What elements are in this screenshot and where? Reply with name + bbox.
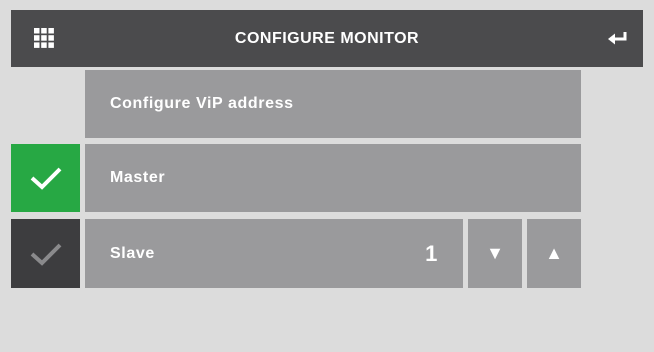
enter-return-icon (608, 32, 627, 45)
check-icon (30, 167, 61, 190)
configure-vip-address-label: Configure ViP address (110, 95, 294, 112)
down-arrow-icon: ▼ (486, 243, 504, 263)
master-option[interactable]: Master (85, 144, 581, 212)
decrement-button[interactable]: ▼ (468, 219, 522, 288)
back-button[interactable] (605, 27, 631, 49)
slave-checkbox[interactable] (11, 219, 80, 288)
slave-option[interactable]: Slave 1 (85, 219, 463, 288)
check-icon (30, 243, 61, 266)
slave-number: 1 (425, 240, 438, 266)
up-arrow-icon: ▲ (545, 243, 563, 263)
increment-button[interactable]: ▲ (527, 219, 581, 288)
slave-label: Slave (110, 244, 155, 262)
configure-vip-address-button[interactable]: Configure ViP address (85, 70, 581, 138)
master-checkbox[interactable] (11, 144, 80, 212)
page-title: CONFIGURE MONITOR (234, 29, 420, 47)
master-label: Master (110, 169, 166, 186)
title-bar: CONFIGURE MONITOR (11, 10, 643, 67)
